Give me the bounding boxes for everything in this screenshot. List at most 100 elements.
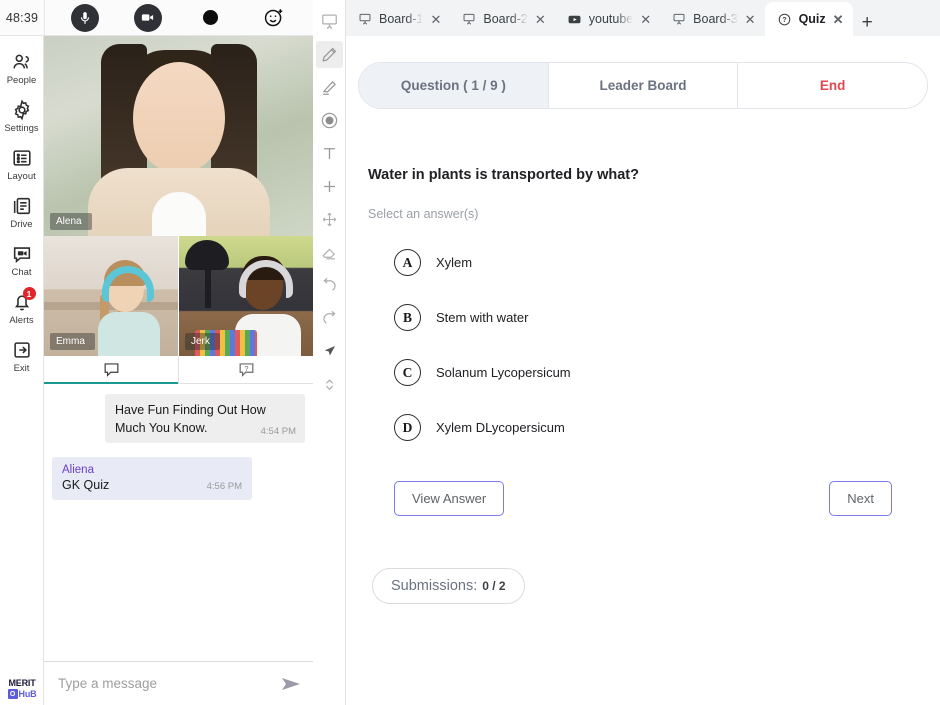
chat-input-bar [44,661,313,705]
quiz-tab-end[interactable]: End [738,63,927,108]
sidebar-item-label: Exit [13,363,30,374]
board-icon [673,13,685,25]
message-input[interactable] [58,676,279,691]
sidebar-item-exit[interactable]: Exit [0,332,44,380]
chat-bubble-incoming: Aliena GK Quiz 4:56 PM [52,457,252,500]
camera-button[interactable] [133,3,162,32]
answer-hint: Select an answer(s) [368,207,479,221]
sidebar-item-label: People [6,75,37,86]
sidebar-item-label: Alerts [9,315,34,326]
svg-text:?: ? [244,365,248,373]
reaction-button[interactable] [260,4,288,32]
video-avatar-shirt [151,192,206,236]
microphone-button[interactable] [70,3,99,32]
logo-bottom: O HuB [7,689,37,699]
video-tile-jerk[interactable]: Jerk [179,236,313,356]
board-tool[interactable] [316,8,343,35]
drive-icon [13,197,30,215]
chat-message: Aliena GK Quiz 4:56 PM [52,457,305,500]
sidebar-item-people[interactable]: People [0,44,44,92]
video-thumbnail-row: Emma Jerk [44,236,313,356]
answer-option-d[interactable]: D Xylem DLycopersicum [368,400,918,455]
participant-name-label: Emma [50,333,95,350]
new-tab-button[interactable]: + [853,13,882,36]
browser-tab-board-2[interactable]: Board-2 ✕ [450,2,554,36]
tab-label: Board-1 [379,12,424,26]
color-tool[interactable] [316,107,343,134]
camera-icon [141,14,154,21]
close-icon[interactable]: ✕ [535,13,546,26]
sidebar-item-chat[interactable]: Chat [0,236,44,284]
select-tool[interactable] [316,338,343,365]
option-key: A [394,249,421,276]
option-key: B [394,304,421,331]
chat-icon [13,247,30,264]
browser-tab-board-1[interactable]: Board-1 ✕ [346,2,450,36]
redo-tool[interactable] [316,305,343,332]
text-tool[interactable] [316,140,343,167]
people-icon [12,54,29,69]
sidebar-item-layout[interactable]: Layout [0,140,44,188]
quiz-tab-bar: Question ( 1 / 9 ) Leader Board End [358,62,928,109]
app-root: 48:39 People Settings Layout Drive Chat … [0,0,940,705]
video-tile-emma[interactable]: Emma [44,236,179,356]
chat-message-time: 4:54 PM [260,426,296,437]
close-icon[interactable]: ✕ [430,13,441,26]
layout-icon [12,150,31,166]
filled-circle-icon [321,112,337,129]
participant-name-label: Jerk [185,333,220,350]
video-tile-main[interactable]: Alena [44,36,313,236]
nav-sidebar: People Settings Layout Drive Chat 1 Aler… [0,36,44,705]
browser-tab-youtube[interactable]: youtube ✕ [555,2,660,36]
video-scenery [205,266,211,308]
question-text: Water in plants is transported by what? [368,167,639,183]
undo-icon [322,277,336,291]
record-button[interactable] [197,4,225,32]
add-tool[interactable] [316,173,343,200]
cursor-icon [324,345,335,356]
close-icon[interactable]: ✕ [640,13,651,26]
browser-tab-board-3[interactable]: Board-3 ✕ [660,2,764,36]
browser-tab-quiz[interactable]: ? Quiz ✕ [764,2,853,36]
question-panel: Water in plants is transported by what? … [358,167,928,604]
sidebar-item-settings[interactable]: Settings [0,92,44,140]
move-tool[interactable] [316,206,343,233]
send-icon[interactable] [279,672,303,696]
meeting-controls [45,3,313,32]
sidebar-item-drive[interactable]: Drive [0,188,44,236]
submissions-value: 0 / 2 [482,579,506,593]
pencil-tool[interactable] [315,41,343,68]
participant-name-label: Alena [50,213,92,230]
microphone-icon [80,11,89,24]
sidebar-item-alerts[interactable]: 1 Alerts [0,284,44,332]
highlighter-tool[interactable] [316,74,343,101]
close-icon[interactable]: ✕ [833,13,844,26]
tab-label: youtube [588,12,634,26]
close-icon[interactable]: ✕ [745,13,756,26]
sidebar-item-label: Settings [4,123,39,134]
page-nav[interactable] [316,371,343,398]
view-answer-button[interactable]: View Answer [394,481,505,516]
chat-tab[interactable] [44,356,179,384]
video-avatar-face [132,62,225,174]
chat-message-text: GK Quiz [62,478,110,492]
undo-tool[interactable] [316,272,343,299]
tab-label: Quiz [798,12,826,26]
eraser-tool[interactable] [316,239,343,266]
video-avatar-body [97,312,160,356]
sidebar-item-label: Layout [7,171,36,182]
answer-option-c[interactable]: C Solanum Lycopersicum [368,345,918,400]
next-button[interactable]: Next [829,481,892,516]
move-icon [322,212,336,227]
qa-tab[interactable]: ? [179,356,313,383]
meeting-timer: 48:39 [5,10,39,25]
chevron-updown-icon [325,379,333,391]
answer-option-a[interactable]: A Xylem [368,235,918,290]
quiz-tab-leaderboard[interactable]: Leader Board [549,63,739,108]
quiz-tab-question[interactable]: Question ( 1 / 9 ) [359,63,549,108]
browser-tab-strip: Board-1 ✕ Board-2 ✕ youtube ✕ Board-3 ✕ … [346,0,940,36]
question-circle-icon: ? [778,13,790,25]
alerts-badge: 1 [22,287,36,300]
answer-option-b[interactable]: B Stem with water [368,290,918,345]
meeting-toolbar: 48:39 [0,0,313,36]
